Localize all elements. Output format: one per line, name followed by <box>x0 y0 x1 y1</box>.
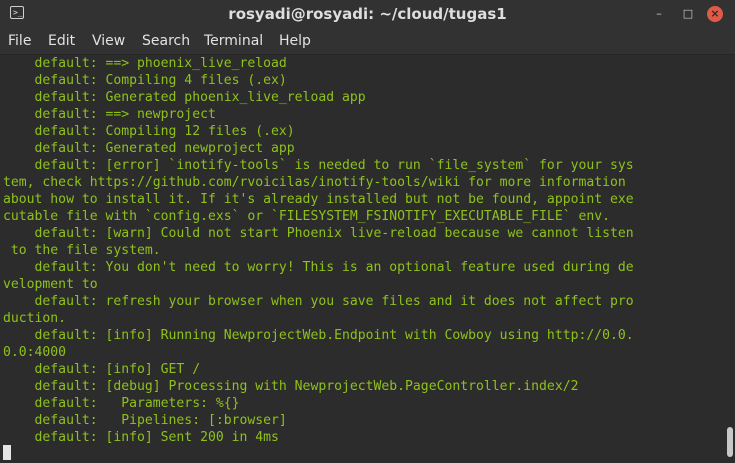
terminal-line: to the file system. <box>3 243 161 258</box>
title-bar[interactable]: >_ rosyadi@rosyadi: ~/cloud/tugas1 – □ × <box>0 0 735 28</box>
menu-search[interactable]: Search <box>142 28 190 54</box>
menu-edit[interactable]: Edit <box>48 28 75 54</box>
terminal-line: default: [info] GET / <box>3 362 201 377</box>
terminal-line: velopment to <box>3 277 98 292</box>
terminal-line: default: [debug] Processing with Newproj… <box>3 379 579 394</box>
terminal-line: default: ==> phoenix_live_reload <box>3 56 287 71</box>
terminal-line: default: Pipelines: [:browser] <box>3 413 287 428</box>
terminal-line: default: Generated newproject app <box>3 141 295 156</box>
menu-file[interactable]: File <box>8 28 31 54</box>
terminal-line: default: [info] Running NewprojectWeb.En… <box>3 328 634 343</box>
terminal-line: tem, check https://github.com/rvoicilas/… <box>3 175 626 190</box>
terminal-line: default: [warn] Could not start Phoenix … <box>3 226 634 241</box>
terminal-line: default: Parameters: %{} <box>3 396 240 411</box>
minimize-icon[interactable]: – <box>651 6 667 22</box>
maximize-icon[interactable]: □ <box>680 6 696 22</box>
terminal-line: default: Compiling 12 files (.ex) <box>3 124 295 139</box>
menu-view[interactable]: View <box>92 28 125 54</box>
terminal-line: cutable file with `config.exs` or `FILES… <box>3 209 610 224</box>
terminal-line: about how to install it. If it's already… <box>3 192 634 207</box>
scrollbar[interactable] <box>727 427 733 457</box>
terminal-line: default: [info] Sent 200 in 4ms <box>3 430 279 445</box>
terminal-window: >_ rosyadi@rosyadi: ~/cloud/tugas1 – □ ×… <box>0 0 735 463</box>
terminal-line: default: You don't need to worry! This i… <box>3 260 634 275</box>
terminal-line: default: Generated phoenix_live_reload a… <box>3 90 366 105</box>
terminal-line: default: [error] `inotify-tools` is need… <box>3 158 634 173</box>
terminal-line: duction. <box>3 311 67 326</box>
close-icon[interactable]: × <box>707 6 723 22</box>
terminal-output[interactable]: default: ==> phoenix_live_reload default… <box>0 55 735 463</box>
terminal-line: default: refresh your browser when you s… <box>3 294 634 309</box>
terminal-line: 0.0:4000 <box>3 345 67 360</box>
window-title: rosyadi@rosyadi: ~/cloud/tugas1 <box>228 5 507 23</box>
terminal-line: default: Compiling 4 files (.ex) <box>3 73 287 88</box>
terminal-cursor <box>3 445 11 460</box>
menu-help[interactable]: Help <box>279 28 311 54</box>
menu-terminal[interactable]: Terminal <box>204 28 263 54</box>
terminal-line: default: ==> newproject <box>3 107 216 122</box>
menu-bar: File Edit View Search Terminal Help <box>0 28 735 55</box>
